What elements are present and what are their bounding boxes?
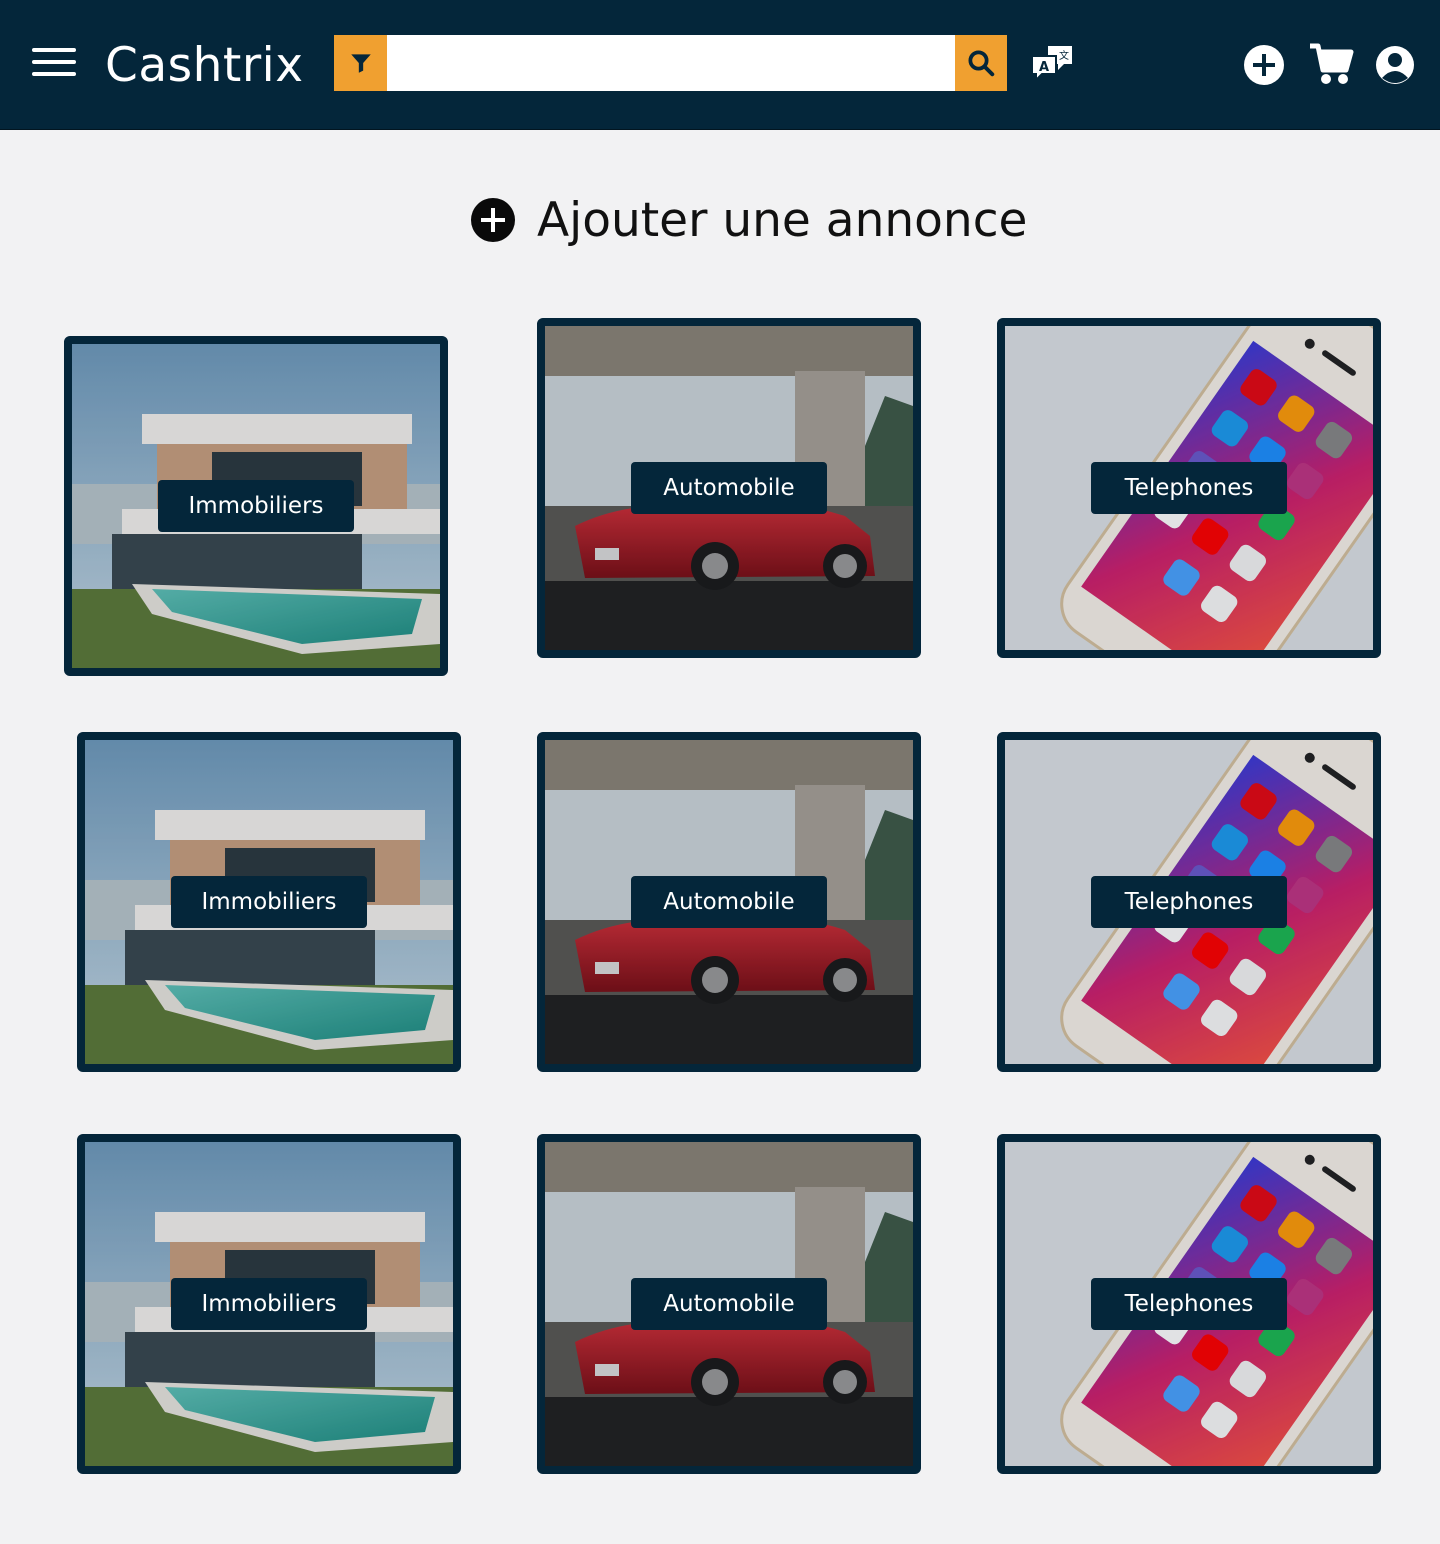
add-listing-link[interactable]: Ajouter une annonce xyxy=(471,192,1027,248)
plus-circle-icon xyxy=(1244,45,1284,85)
search-input[interactable] xyxy=(387,35,955,91)
category-card-automobile[interactable]: Automobile xyxy=(537,732,921,1072)
category-card-telephones[interactable]: Telephones xyxy=(997,318,1381,658)
category-card-telephones[interactable]: Telephones xyxy=(997,732,1381,1072)
category-card-automobile[interactable]: Automobile xyxy=(537,1134,921,1474)
top-navbar: Cashtrix A 文 xyxy=(0,0,1440,130)
plus-circle-icon xyxy=(471,198,515,242)
hamburger-menu-icon[interactable] xyxy=(32,48,78,80)
category-card-automobile[interactable]: Automobile xyxy=(537,318,921,658)
cart-icon xyxy=(1310,43,1354,84)
magnifier-icon xyxy=(968,50,995,77)
filter-button[interactable] xyxy=(334,35,387,91)
category-label: Telephones xyxy=(1091,876,1287,928)
category-label: Telephones xyxy=(1091,1278,1287,1330)
search-button[interactable] xyxy=(955,35,1007,91)
category-label: Immobiliers xyxy=(158,480,354,532)
svg-text:文: 文 xyxy=(1059,49,1069,62)
category-label: Automobile xyxy=(631,876,827,928)
category-card-immobiliers[interactable]: Immobiliers xyxy=(77,1134,461,1474)
category-label: Immobiliers xyxy=(171,1278,367,1330)
category-label: Automobile xyxy=(631,1278,827,1330)
svg-text:A: A xyxy=(1039,60,1049,75)
category-label: Automobile xyxy=(631,462,827,514)
filter-funnel-icon xyxy=(350,54,371,73)
category-card-immobiliers[interactable]: Immobiliers xyxy=(77,732,461,1072)
add-listing-button[interactable] xyxy=(1243,44,1285,86)
category-card-immobiliers[interactable]: Immobiliers xyxy=(64,336,448,676)
cart-button[interactable] xyxy=(1308,42,1354,86)
category-label: Immobiliers xyxy=(171,876,367,928)
user-circle-icon xyxy=(1376,46,1414,84)
translate-button[interactable]: A 文 xyxy=(1028,42,1076,86)
add-listing-label: Ajouter une annonce xyxy=(537,192,1028,248)
category-card-telephones[interactable]: Telephones xyxy=(997,1134,1381,1474)
translate-icon: A 文 xyxy=(1031,46,1072,83)
user-account-button[interactable] xyxy=(1375,44,1415,86)
brand-logo[interactable]: Cashtrix xyxy=(105,38,304,94)
category-label: Telephones xyxy=(1091,462,1287,514)
